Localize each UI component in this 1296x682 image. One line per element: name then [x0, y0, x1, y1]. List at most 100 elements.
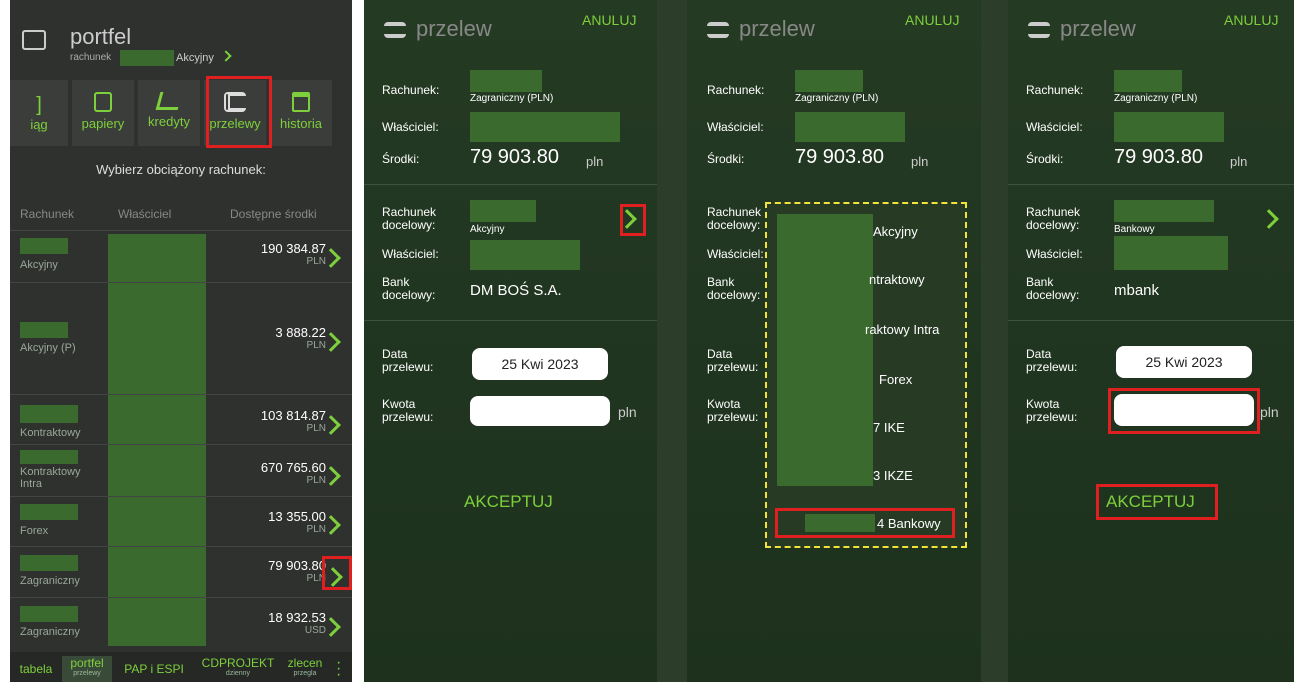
account-type: Zagraniczny (PLN)	[1114, 93, 1198, 104]
bottom-tab-label: PAP i ESPI	[124, 662, 184, 676]
bottom-tab-label: tabela	[19, 662, 53, 676]
calendar-icon	[292, 92, 310, 112]
amount: 670 765.60	[260, 460, 326, 475]
bank-name: mbank	[1114, 282, 1160, 299]
cancel-button[interactable]: ANULUJ	[905, 12, 959, 28]
account-subtitle-prefix: rachunek	[70, 52, 112, 63]
account-label: Rachunek:	[1026, 83, 1084, 97]
account-type: Kontraktowy Intra	[20, 466, 81, 490]
date-field[interactable]: 25 Kwi 2023	[472, 348, 608, 380]
bottom-tab-cdprojekt[interactable]: CDPROJEKT dzienny	[196, 656, 280, 677]
account-subtitle-type[interactable]: Akcyjny	[176, 52, 214, 64]
more-menu-icon[interactable]: · · ·	[336, 655, 341, 682]
target-account-type: Bankowy	[1114, 224, 1155, 235]
wallet-icon	[22, 30, 46, 50]
account-type: Akcyjny (P)	[20, 342, 76, 354]
target-account-label: Rachunek docelowy:	[382, 205, 437, 232]
bottom-tab-sub: przelewy	[73, 670, 101, 677]
tab-papiery[interactable]: papiery	[72, 80, 134, 146]
funds-value: 79 903.80	[470, 146, 559, 168]
account-type: Akcyjny	[20, 259, 58, 271]
amount: 79 903.80	[268, 558, 326, 573]
highlight-box	[322, 556, 352, 590]
page-title: portfel	[70, 24, 132, 49]
bottom-tab-tabela[interactable]: tabela	[16, 662, 56, 676]
account-type: Zagraniczny	[20, 575, 80, 587]
amount-input[interactable]	[470, 396, 610, 426]
bottom-tab-sub: dzienny	[225, 670, 251, 677]
amount: 190 384.87	[260, 241, 326, 256]
background-panel-strip	[981, 0, 1008, 682]
funds-unit: pln	[586, 154, 604, 169]
owner-label: Właściciel:	[382, 120, 439, 134]
owner-label: Właściciel:	[1026, 120, 1083, 134]
bottom-tab-label: zlecen	[287, 656, 323, 670]
target-owner-label: Właściciel:	[382, 247, 439, 261]
cancel-button[interactable]: ANULUJ	[582, 12, 636, 28]
target-account-label: Rachunek docelowy:	[707, 205, 762, 232]
target-account-label: Rachunek docelowy:	[1026, 205, 1081, 232]
redacted-owner-column	[108, 234, 206, 646]
account-type: Zagraniczny (PLN)	[795, 93, 879, 104]
picker-option[interactable]: 7 IKE	[873, 420, 905, 435]
bottom-tab-portfel[interactable]: portfel przelewy	[62, 656, 112, 682]
amount-label: Kwota przelewu:	[707, 397, 759, 424]
chevron-right-icon[interactable]	[220, 50, 232, 62]
tab-label: iąg	[30, 117, 48, 132]
tab-label: kredyty	[148, 114, 190, 129]
page-title: przelew	[1060, 16, 1136, 41]
account-picker-dropdown[interactable]	[765, 202, 967, 548]
highlight-box	[206, 76, 272, 148]
accept-button[interactable]: AKCEPTUJ	[464, 492, 553, 512]
document-icon	[94, 92, 112, 112]
transfer-form-filled-panel: przelew ANULUJ Rachunek: Zagraniczny (PL…	[1008, 0, 1294, 682]
account-label: Rachunek:	[707, 83, 765, 97]
coins-icon	[384, 22, 406, 38]
picker-option[interactable]: Akcyjny	[873, 224, 918, 239]
bottom-tab-zlecen[interactable]: zlecen przegla	[284, 656, 326, 677]
amount-label: Kwota przelewu:	[382, 397, 434, 424]
date-field[interactable]: 25 Kwi 2023	[1116, 346, 1252, 378]
highlight-box	[620, 204, 646, 236]
tab-label: historia	[280, 116, 322, 131]
page-title: przelew	[416, 16, 492, 41]
transfer-form-panel: przelew ANULUJ Rachunek: Zagraniczny (PL…	[364, 0, 657, 682]
chevron-right-icon[interactable]	[1259, 209, 1279, 229]
amount-unit: pln	[618, 404, 637, 420]
column-header-account: Rachunek	[20, 207, 75, 221]
tab-ciag[interactable]: ] iąg	[10, 80, 68, 146]
bottom-tab-pap-espi[interactable]: PAP i ESPI	[122, 662, 186, 676]
bank-label: Bank docelowy:	[382, 275, 436, 302]
redacted-block	[120, 50, 174, 66]
tab-kredyty[interactable]: kredyty	[138, 80, 200, 146]
portfolio-panel: portfel rachunek Akcyjny ] iąg papiery k…	[10, 0, 352, 682]
handshake-icon	[155, 92, 183, 110]
funds-value: 79 903.80	[795, 146, 884, 168]
account-type: Zagraniczny (PLN)	[470, 93, 554, 104]
amount: 103 814.87	[260, 408, 326, 423]
target-owner-label: Właściciel:	[707, 247, 764, 261]
picker-option[interactable]: ntraktowy	[869, 272, 925, 287]
picker-option[interactable]: Forex	[879, 372, 912, 387]
coins-icon	[707, 22, 729, 38]
background-panel-strip	[657, 0, 687, 682]
bottom-tab-label: CDPROJEKT	[201, 656, 275, 670]
column-header-owner: Właściciel	[118, 207, 172, 221]
amount: 3 888.22	[275, 325, 326, 340]
account-label: Rachunek:	[382, 83, 440, 97]
bottom-tab-label: portfel	[70, 656, 104, 670]
target-owner-label: Właściciel:	[1026, 247, 1083, 261]
account-type: Kontraktowy	[20, 427, 81, 439]
highlight-box	[775, 508, 955, 538]
funds-label: Środki:	[382, 152, 420, 166]
tab-label: papiery	[81, 116, 125, 131]
amount-unit: pln	[1260, 404, 1279, 420]
column-header-funds: Dostępne środki	[230, 207, 317, 221]
picker-option[interactable]: 3 IKZE	[873, 468, 913, 483]
funds-unit: pln	[1230, 154, 1248, 169]
funds-unit: pln	[911, 154, 929, 169]
cancel-button[interactable]: ANULUJ	[1224, 12, 1278, 28]
tab-historia[interactable]: historia	[270, 80, 332, 146]
amount: 13 355.00	[268, 509, 326, 524]
picker-option[interactable]: raktowy Intra	[865, 322, 939, 337]
